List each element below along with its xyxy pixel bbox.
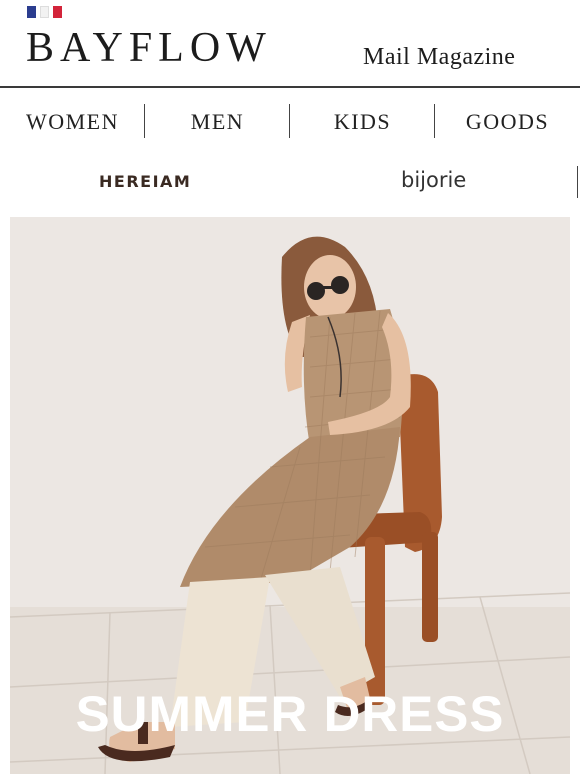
- french-flag-icon: [27, 6, 62, 18]
- nav-item-kids[interactable]: KIDS: [290, 100, 435, 144]
- nav-item-men[interactable]: MEN: [145, 100, 290, 144]
- mail-magazine-page: BAYFLOW Mail Magazine WOMEN MEN KIDS GOO…: [0, 0, 580, 774]
- hero-banner[interactable]: SUMMER DRESS: [10, 217, 570, 774]
- header: BAYFLOW Mail Magazine: [0, 0, 580, 88]
- brand-logo[interactable]: BAYFLOW: [26, 24, 272, 72]
- nav-item-women[interactable]: WOMEN: [0, 100, 145, 144]
- nav-item-goods[interactable]: GOODS: [435, 100, 580, 144]
- hero-title: SUMMER DRESS: [75, 686, 505, 742]
- brand-divider: [577, 166, 578, 198]
- brand-links: HEREIAM bijorie: [0, 162, 580, 202]
- category-nav: WOMEN MEN KIDS GOODS: [0, 100, 580, 144]
- brand-link-hereiam[interactable]: HEREIAM: [99, 172, 191, 191]
- mail-magazine-label: Mail Magazine: [363, 44, 516, 70]
- brand-link-bijorie[interactable]: bijorie: [401, 168, 466, 192]
